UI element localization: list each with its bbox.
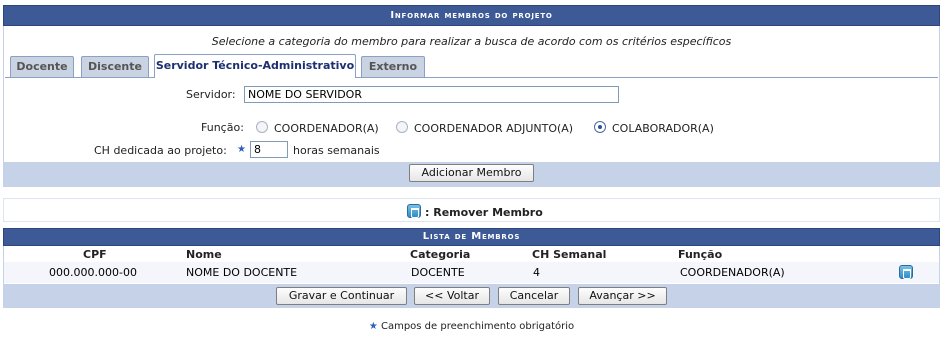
radio-coordenador-adjunto[interactable]	[396, 121, 408, 133]
cell-nome: NOME DO DOCENTE	[186, 266, 298, 279]
col-categoria: Categoria	[410, 248, 471, 261]
tab-underline	[5, 77, 938, 78]
remove-member-icon[interactable]	[899, 265, 913, 279]
ch-input[interactable]	[250, 141, 288, 158]
servidor-input[interactable]	[244, 86, 619, 103]
required-footnote: ★ Campos de preenchimento obrigatório	[0, 321, 943, 332]
cell-cpf: 000.000.000-00	[49, 266, 137, 279]
ch-suffix: horas semanais	[293, 144, 380, 157]
back-button[interactable]: << Voltar	[414, 287, 490, 305]
funcao-label: Função:	[201, 121, 244, 134]
trash-icon	[407, 204, 421, 218]
ch-label: CH dedicada ao projeto:	[94, 144, 227, 157]
tab-externo[interactable]: Externo	[361, 56, 425, 77]
tab-docente[interactable]: Docente	[10, 56, 74, 77]
footnote-star-icon: ★	[368, 321, 378, 332]
tab-discente[interactable]: Discente	[81, 56, 149, 77]
tab-servidor[interactable]: Servidor Técnico-Administrativo	[154, 54, 356, 78]
form-title: Informar membros do projeto	[3, 5, 940, 26]
col-ch-semanal: CH Semanal	[532, 248, 607, 261]
servidor-label: Servidor:	[186, 88, 236, 101]
col-cpf: CPF	[83, 248, 107, 261]
next-button[interactable]: Avançar >>	[578, 287, 667, 305]
cancel-button[interactable]: Cancelar	[498, 287, 570, 305]
table-row	[4, 262, 939, 283]
form-subtitle: Selecione a categoria do membro para rea…	[211, 35, 732, 48]
cell-ch: 4	[533, 266, 540, 279]
cell-categoria: DOCENTE	[411, 266, 465, 279]
radio-colaborador[interactable]	[594, 121, 606, 133]
footnote-text: Campos de preenchimento obrigatório	[380, 321, 575, 332]
required-star-icon: ★	[237, 144, 246, 155]
legend-label: : Remover Membro	[425, 206, 543, 219]
radio-colaborador-label: COLABORADOR(A)	[612, 122, 714, 135]
cell-funcao: COORDENADOR(A)	[680, 266, 785, 279]
radio-coordenador-label: COORDENADOR(A)	[274, 122, 379, 135]
col-funcao: Função	[678, 248, 723, 261]
col-nome: Nome	[186, 248, 222, 261]
members-title: Lista de Membros	[3, 228, 940, 246]
save-continue-button[interactable]: Gravar e Continuar	[276, 287, 407, 305]
radio-coordenador[interactable]	[256, 121, 268, 133]
radio-coordenador-adjunto-label: COORDENADOR ADJUNTO(A)	[414, 122, 574, 135]
add-member-button[interactable]: Adicionar Membro	[409, 164, 534, 182]
